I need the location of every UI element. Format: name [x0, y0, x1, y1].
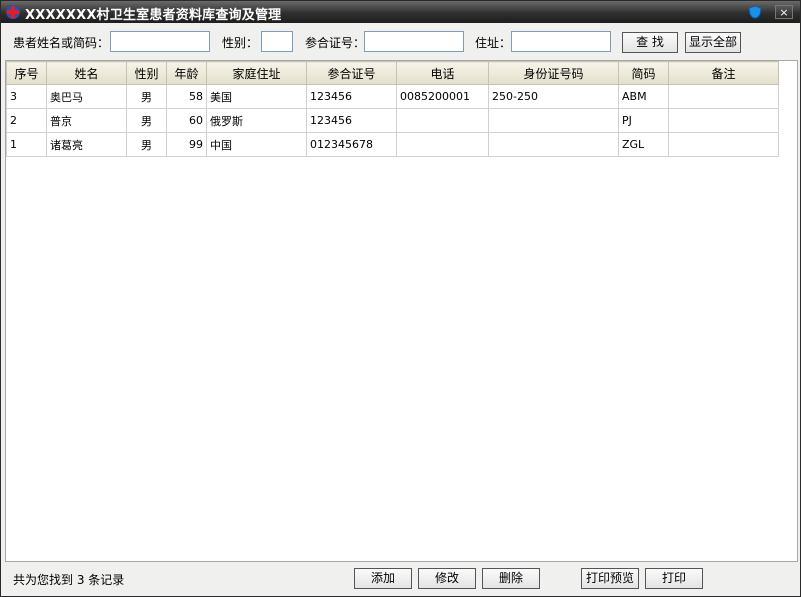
- table-cell: [488, 132, 619, 157]
- table-cell: 男: [126, 132, 167, 157]
- table-cell: ABM: [618, 84, 669, 109]
- table-cell: 美国: [206, 84, 307, 109]
- table-cell: 60: [166, 108, 207, 133]
- table-cell: 诸葛亮: [46, 132, 127, 157]
- table-cell: 123456: [306, 84, 397, 109]
- column-header[interactable]: 家庭住址: [206, 61, 307, 85]
- table-row[interactable]: 1 诸葛亮男 99 中国 012345678 ZGL: [6, 132, 779, 157]
- column-header[interactable]: 姓名: [46, 61, 127, 85]
- table-cell: 男: [126, 84, 167, 109]
- main-window: XXXXXXX村卫生室患者资料库查询及管理 × 患者姓名或简码： 性别： 参合证…: [0, 0, 801, 597]
- table-cell: [668, 84, 779, 109]
- column-header[interactable]: 性别: [126, 61, 167, 85]
- column-header[interactable]: 备注: [668, 61, 779, 85]
- table-cell: 3: [6, 84, 47, 109]
- insurance-input[interactable]: [364, 31, 464, 52]
- table-cell: 男: [126, 108, 167, 133]
- column-header[interactable]: 电话: [396, 61, 489, 85]
- name-label: 患者姓名或简码：: [13, 36, 110, 50]
- table-cell: 99: [166, 132, 207, 157]
- gender-input[interactable]: [261, 31, 293, 52]
- close-icon: ×: [779, 6, 789, 19]
- table-header-row: 序号 姓名 性别 年龄 家庭住址 参合证号 电话 身份证号码 简码 备注: [6, 61, 779, 85]
- search-bar: 患者姓名或简码： 性别： 参合证号： 住址： 查 找 显示全部: [2, 24, 799, 59]
- edit-button[interactable]: 修改: [418, 568, 476, 589]
- column-header[interactable]: 身份证号码: [488, 61, 619, 85]
- table-cell: [396, 108, 489, 133]
- table-cell: [668, 108, 779, 133]
- table-cell: 123456: [306, 108, 397, 133]
- status-bar: 共为您找到 3 条记录 添加 修改 删除 打印预览 打印: [2, 563, 799, 596]
- column-header[interactable]: 年龄: [166, 61, 207, 85]
- table-cell: 奥巴马: [46, 84, 127, 109]
- table-cell: 中国: [206, 132, 307, 157]
- table-cell: 2: [6, 108, 47, 133]
- table-cell: [396, 132, 489, 157]
- gender-label: 性别：: [222, 36, 259, 50]
- table-row[interactable]: 3 奥巴马男 58 美国 123456 0085200001 250-250 ABM: [6, 84, 779, 109]
- record-count-text: 共为您找到 3 条记录: [13, 573, 125, 587]
- close-button[interactable]: ×: [775, 5, 793, 19]
- table-cell: PJ: [618, 108, 669, 133]
- table-cell: ZGL: [618, 132, 669, 157]
- table-cell: 250-250: [488, 84, 619, 109]
- patient-table: 序号 姓名 性别 年龄 家庭住址 参合证号 电话 身份证号码 简码 备注 3 奥巴马男 58 美国 123…: [5, 60, 798, 562]
- table-cell: 58: [166, 84, 207, 109]
- delete-button[interactable]: 删除: [482, 568, 540, 589]
- medical-cross-icon: [6, 5, 20, 19]
- add-button[interactable]: 添加: [354, 568, 412, 589]
- column-header[interactable]: 序号: [6, 61, 47, 85]
- table-cell: 1: [6, 132, 47, 157]
- print-button[interactable]: 打印: [645, 568, 703, 589]
- window-title: XXXXXXX村卫生室患者资料库查询及管理: [25, 8, 282, 23]
- table-cell: 普京: [46, 108, 127, 133]
- table-cell: 俄罗斯: [206, 108, 307, 133]
- table-cell: [668, 132, 779, 157]
- table-cell: 0085200001: [396, 84, 489, 109]
- name-input[interactable]: [110, 31, 210, 52]
- column-header[interactable]: 简码: [618, 61, 669, 85]
- insurance-label: 参合证号：: [305, 36, 366, 50]
- column-header[interactable]: 参合证号: [306, 61, 397, 85]
- address-input[interactable]: [511, 31, 611, 52]
- show-all-button[interactable]: 显示全部: [685, 32, 741, 53]
- shield-icon[interactable]: [747, 5, 763, 19]
- find-button[interactable]: 查 找: [622, 32, 678, 53]
- print-preview-button[interactable]: 打印预览: [581, 568, 639, 589]
- data-grid: 序号 姓名 性别 年龄 家庭住址 参合证号 电话 身份证号码 简码 备注 3 奥巴马男 58 美国 123…: [6, 61, 779, 157]
- table-row[interactable]: 2 普京男 60 俄罗斯 123456 PJ: [6, 108, 779, 133]
- address-label: 住址：: [475, 36, 512, 50]
- title-bar: XXXXXXX村卫生室患者资料库查询及管理 ×: [1, 1, 800, 23]
- table-cell: 012345678: [306, 132, 397, 157]
- table-cell: [488, 108, 619, 133]
